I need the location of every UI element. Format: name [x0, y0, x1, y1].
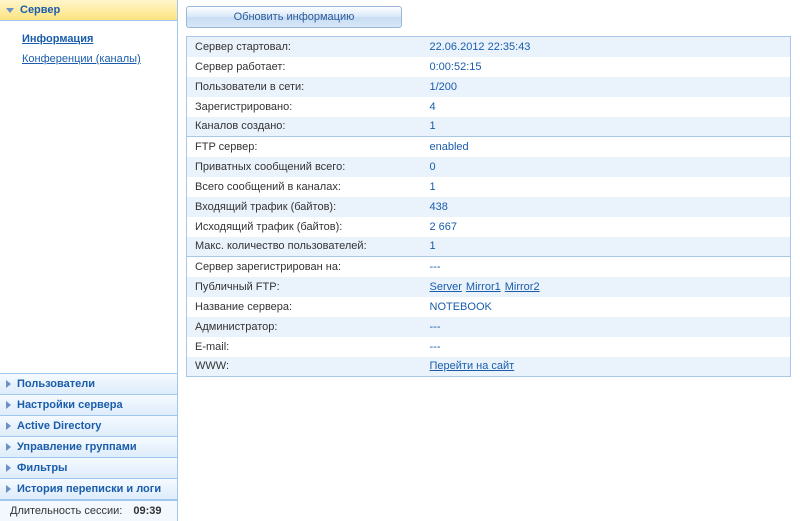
row-value: 2 667 [422, 217, 791, 237]
session-duration-label: Длительность сессии: [10, 505, 122, 517]
row-label: Зарегистрировано: [187, 97, 422, 117]
value-link[interactable]: Server [430, 281, 462, 293]
section-label: История переписки и логи [17, 483, 161, 495]
sidebar: Сервер Информация Конференции (каналы) П… [0, 0, 178, 521]
row-label: Приватных сообщений всего: [187, 157, 422, 177]
table-row: Название сервера:NOTEBOOK [187, 297, 791, 317]
table-row: Зарегистрировано:4 [187, 97, 791, 117]
row-label: Каналов создано: [187, 117, 422, 137]
row-value: 1 [422, 237, 791, 257]
table-row: Администратор:--- [187, 317, 791, 337]
table-row: FTP сервер:enabled [187, 137, 791, 157]
sidebar-section-filters[interactable]: Фильтры [0, 457, 177, 479]
table-row: WWW: Перейти на сайт [187, 357, 791, 377]
table-row: Макс. количество пользователей:1 [187, 237, 791, 257]
section-label: Сервер [20, 4, 60, 16]
table-row: Публичный FTP: Server Mirror1 Mirror2 [187, 277, 791, 297]
row-value: 0:00:52:15 [422, 57, 791, 77]
sidebar-nav-information[interactable]: Информация [22, 29, 167, 49]
row-label: FTP сервер: [187, 137, 422, 157]
row-label: Сервер работает: [187, 57, 422, 77]
row-value: Server Mirror1 Mirror2 [422, 277, 791, 297]
table-row: Входящий трафик (байтов):438 [187, 197, 791, 217]
row-label: Всего сообщений в каналах: [187, 177, 422, 197]
chevron-right-icon [6, 485, 11, 493]
main-content: Обновить информацию Сервер стартовал:22.… [178, 0, 800, 521]
row-value: --- [422, 317, 791, 337]
row-value: Перейти на сайт [422, 357, 791, 377]
section-label: Пользователи [17, 378, 95, 390]
table-row: Приватных сообщений всего:0 [187, 157, 791, 177]
sidebar-section-history-logs[interactable]: История переписки и логи [0, 478, 177, 500]
section-label: Настройки сервера [17, 399, 123, 411]
row-value: enabled [422, 137, 791, 157]
row-label: E-mail: [187, 337, 422, 357]
chevron-right-icon [6, 380, 11, 388]
table-row: Пользователи в сети:1/200 [187, 77, 791, 97]
row-value: 4 [422, 97, 791, 117]
row-label: Пользователи в сети: [187, 77, 422, 97]
row-label: Администратор: [187, 317, 422, 337]
table-row: Всего сообщений в каналах:1 [187, 177, 791, 197]
table-row: Сервер стартовал:22.06.2012 22:35:43 [187, 37, 791, 57]
sidebar-footer: Длительность сессии: 09:39 [0, 500, 177, 521]
value-link[interactable]: Перейти на сайт [430, 360, 515, 372]
table-row: Сервер зарегистрирован на:--- [187, 257, 791, 277]
row-label: Название сервера: [187, 297, 422, 317]
sidebar-nav-conferences[interactable]: Конференции (каналы) [22, 49, 167, 69]
row-value: 1 [422, 117, 791, 137]
row-value: --- [422, 337, 791, 357]
server-info-table: Сервер стартовал:22.06.2012 22:35:43Серв… [186, 36, 791, 377]
sidebar-section-server[interactable]: Сервер [0, 0, 177, 21]
chevron-right-icon [6, 401, 11, 409]
row-value: 1 [422, 177, 791, 197]
chevron-right-icon [6, 443, 11, 451]
row-value: 438 [422, 197, 791, 217]
update-info-button[interactable]: Обновить информацию [186, 6, 402, 28]
sidebar-section-group-management[interactable]: Управление группами [0, 436, 177, 458]
table-row: Каналов создано:1 [187, 117, 791, 137]
row-label: Макс. количество пользователей: [187, 237, 422, 257]
sidebar-section-server-body: Информация Конференции (каналы) [0, 21, 177, 79]
table-row: Исходящий трафик (байтов):2 667 [187, 217, 791, 237]
row-label: WWW: [187, 357, 422, 377]
section-label: Управление группами [17, 441, 137, 453]
row-value: 1/200 [422, 77, 791, 97]
row-value: NOTEBOOK [422, 297, 791, 317]
value-link[interactable]: Mirror2 [505, 281, 540, 293]
row-label: Сервер стартовал: [187, 37, 422, 57]
row-label: Входящий трафик (байтов): [187, 197, 422, 217]
table-row: E-mail:--- [187, 337, 791, 357]
value-link[interactable]: Mirror1 [466, 281, 501, 293]
row-value: 22.06.2012 22:35:43 [422, 37, 791, 57]
sidebar-section-active-directory[interactable]: Active Directory [0, 415, 177, 437]
session-duration-value: 09:39 [133, 505, 161, 517]
chevron-down-icon [6, 8, 14, 13]
section-label: Active Directory [17, 420, 101, 432]
sidebar-sections: Сервер Информация Конференции (каналы) П… [0, 0, 177, 500]
sidebar-section-users[interactable]: Пользователи [0, 373, 177, 395]
chevron-right-icon [6, 422, 11, 430]
row-value: --- [422, 257, 791, 277]
row-label: Исходящий трафик (байтов): [187, 217, 422, 237]
row-label: Сервер зарегистрирован на: [187, 257, 422, 277]
table-row: Сервер работает:0:00:52:15 [187, 57, 791, 77]
chevron-right-icon [6, 464, 11, 472]
sidebar-section-server-settings[interactable]: Настройки сервера [0, 394, 177, 416]
section-label: Фильтры [17, 462, 67, 474]
row-label: Публичный FTP: [187, 277, 422, 297]
row-value: 0 [422, 157, 791, 177]
